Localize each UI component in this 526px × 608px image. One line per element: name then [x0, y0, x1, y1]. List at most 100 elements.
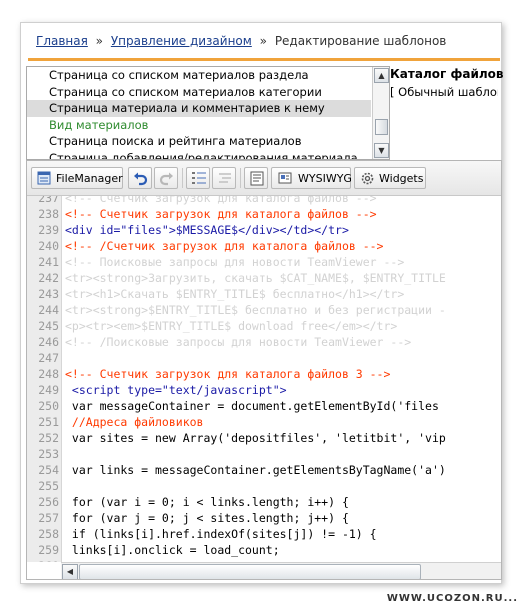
filemanager-button[interactable]: FileManager	[31, 167, 123, 189]
code-line-text: links[i].onclick = load_count;	[65, 543, 280, 557]
code-line: 238 <!-- Счетчик загрузок для каталога фа…	[27, 206, 501, 222]
code-line-text: <!-- Счетчик загрузок для каталога файло…	[65, 207, 377, 221]
code-line: 249 <script type="text/javascript">	[27, 382, 501, 398]
line-number: 260	[27, 558, 59, 562]
code-line: 256 for (var i = 0; i < links.length; i+…	[27, 494, 501, 510]
line-number: 242	[38, 271, 59, 285]
line-number: 252	[38, 431, 59, 445]
scroll-up-arrow-icon[interactable]: ▲	[374, 68, 389, 83]
autoformat-icon	[219, 173, 231, 183]
wysiwyg-icon	[278, 172, 292, 184]
preview-page-icon	[250, 171, 264, 186]
breadcrumb: Главная » Управление дизайном » Редактир…	[36, 34, 446, 52]
template-list-items: Страница со списком материалов раздела С…	[27, 67, 371, 160]
breadcrumb-home-link[interactable]: Главная	[36, 34, 88, 48]
line-numbers-icon	[192, 172, 206, 184]
code-line: 259 links[i].onclick = load_count;	[27, 542, 501, 558]
watermark: WWW.UCOZON.RU...	[386, 593, 518, 604]
code-line: 251 //Адреса файловиков	[27, 414, 501, 430]
line-number: 251	[38, 415, 59, 429]
template-list-group-heading[interactable]: Вид материалов	[27, 117, 371, 134]
filemanager-label: FileManager	[56, 172, 123, 185]
wysiwyg-label: WYSIWYG	[298, 172, 352, 185]
catalog-template-type: [ Обычный шаблон	[390, 85, 498, 99]
template-list-item-selected[interactable]: Страница материала и комментариев к нему	[27, 100, 371, 117]
widgets-label: Widgets	[379, 172, 424, 185]
gear-icon	[361, 172, 374, 185]
code-line-text: var sites = new Array('depositfiles', 'l…	[65, 431, 446, 445]
line-number: 239	[38, 223, 59, 237]
code-line: 239 <div id="files">$MESSAGE$</div></td><…	[27, 222, 501, 238]
code-line: 254 var links = messageContainer.getElem…	[27, 462, 501, 478]
code-line: 253	[27, 446, 501, 462]
redo-icon	[159, 172, 173, 186]
template-list-item[interactable]: Страница поиска и рейтинга материалов	[27, 133, 371, 150]
template-list-item[interactable]: Страница со списком материалов категории	[27, 84, 371, 101]
template-list-item[interactable]: Страница со списком материалов раздела	[27, 67, 371, 84]
line-number: 244	[38, 303, 59, 317]
breadcrumb-divider	[28, 58, 500, 61]
code-lines: 237 <!-- Счетчик загрузок для каталога фа…	[27, 196, 501, 562]
code-line-text: <script type="text/javascript">	[65, 383, 287, 397]
code-line-text: <!-- Счетчик загрузок для каталога файло…	[65, 196, 377, 205]
line-numbers-button[interactable]	[186, 167, 210, 189]
code-line: 245 <p><tr><em>$ENTRY_TITLE$ download fre…	[27, 318, 501, 334]
line-number: 258	[38, 527, 59, 541]
code-line-text: <tr><h1>Скачать $ENTRY_TITLE$ бесплатно<…	[65, 287, 405, 301]
code-line: 255	[27, 478, 501, 494]
code-line: 241 <!-- Поисковые запросы для новости Te…	[27, 254, 501, 270]
code-line-text: <!-- Поисковые запросы для новости TeamV…	[65, 255, 405, 269]
breadcrumb-current: Редактирование шаблонов	[274, 34, 447, 48]
code-text-area[interactable]: 237 <!-- Счетчик загрузок для каталога фа…	[27, 196, 501, 562]
horizontal-scrollbar-thumb[interactable]	[79, 564, 421, 579]
scrollbar-thumb[interactable]	[375, 119, 388, 135]
code-line-text: <tr><strong>Загрузить, скачать $CAT_NAME…	[65, 271, 446, 285]
line-number: 254	[38, 463, 59, 477]
code-editor: FileManager WYSIWYG Widgets 237 <!-- Сче…	[26, 160, 502, 580]
template-list[interactable]: Страница со списком материалов раздела С…	[26, 66, 390, 160]
code-line: 237 <!-- Счетчик загрузок для каталога фа…	[27, 196, 501, 206]
line-number: 255	[38, 479, 59, 493]
scroll-left-arrow-icon[interactable]: ◀	[62, 564, 78, 579]
line-number: 237	[38, 196, 59, 205]
catalog-title: Каталог файлов	[390, 67, 504, 81]
line-number: 257	[38, 511, 59, 525]
code-line: 257 for (var j = 0; j < sites.length; j+…	[27, 510, 501, 526]
line-number: 245	[38, 319, 59, 333]
line-number: 256	[38, 495, 59, 509]
code-line: 243 <tr><h1>Скачать $ENTRY_TITLE$ бесплат…	[27, 286, 501, 302]
code-line: 246 <!-- /Поисковые запросы для новости T…	[27, 334, 501, 350]
widgets-button[interactable]: Widgets	[354, 167, 426, 189]
code-line-text: <!-- Счетчик загрузок для каталога файло…	[65, 367, 391, 381]
code-line-text: <!-- /Счетчик загрузок для каталога файл…	[65, 239, 384, 253]
redo-button[interactable]	[154, 167, 178, 189]
filemanager-icon	[37, 171, 51, 185]
wysiwyg-button[interactable]: WYSIWYG	[271, 167, 352, 189]
code-line-text: if (links[i].href.indexOf(sites[j]) != -…	[65, 527, 377, 541]
undo-button[interactable]	[128, 167, 152, 189]
line-number: 238	[38, 207, 59, 221]
line-number: 250	[38, 399, 59, 413]
scroll-down-arrow-icon[interactable]: ▼	[374, 143, 389, 158]
code-line-text: for (var j = 0; j < sites.length; j++) {	[65, 511, 349, 525]
line-number: 240	[38, 239, 59, 253]
template-list-scrollbar[interactable]: ▲ ▼	[372, 67, 389, 159]
line-number: 246	[38, 335, 59, 349]
preview-button[interactable]	[244, 167, 268, 189]
code-line: 252 var sites = new Array('depositfiles'…	[27, 430, 501, 446]
code-line-text: //Адреса файловиков	[65, 415, 204, 429]
autoformat-button[interactable]	[212, 167, 236, 189]
template-list-item[interactable]: Страница добавления/редактирования матер…	[27, 150, 371, 160]
breadcrumb-separator: »	[259, 34, 267, 48]
line-number: 259	[38, 543, 59, 557]
code-line: 250 var messageContainer = document.getE…	[27, 398, 501, 414]
code-line: 258 if (links[i].href.indexOf(sites[j]) …	[27, 526, 501, 542]
line-number: 249	[38, 383, 59, 397]
breadcrumb-design-link[interactable]: Управление дизайном	[111, 34, 252, 48]
code-line-text: var links = messageContainer.getElements…	[65, 463, 446, 477]
line-number: 241	[38, 255, 59, 269]
code-line-text: var messageContainer = document.getEleme…	[65, 399, 439, 413]
toolbar-separator	[240, 168, 241, 188]
horizontal-scrollbar[interactable]: ◀	[61, 562, 501, 579]
code-line: 244 <tr><strong>$ENTRY_TITLE$ бесплатно и…	[27, 302, 501, 318]
